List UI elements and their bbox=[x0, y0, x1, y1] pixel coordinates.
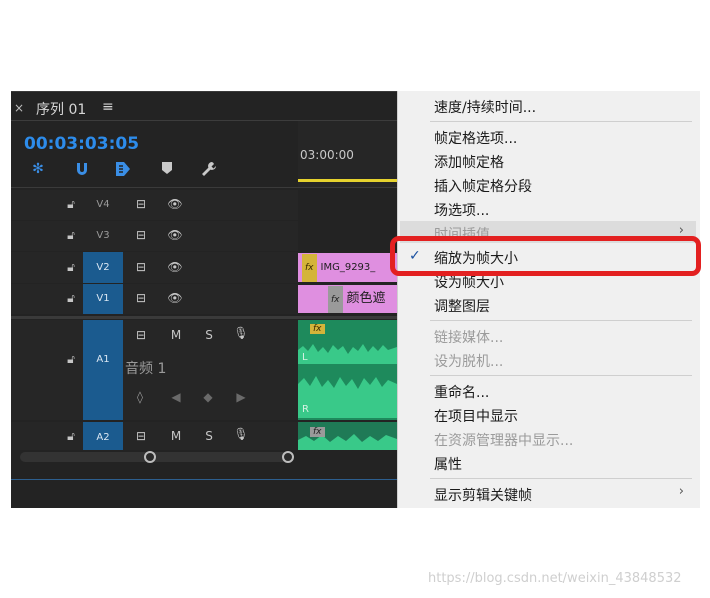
sync-lock-icon[interactable]: ⊟ bbox=[133, 328, 149, 342]
clip-name: 颜色遮 bbox=[346, 291, 386, 306]
audio-track-name[interactable]: 音频 1 bbox=[125, 358, 166, 378]
menu-item-field-options[interactable]: 场选项... bbox=[434, 200, 489, 220]
track-header-v2[interactable]: 🔓︎ V2 ⊟ 👁︎ bbox=[11, 252, 298, 283]
menu-item-frame-hold-options[interactable]: 帧定格选项... bbox=[434, 128, 517, 148]
sync-lock-icon[interactable]: ⊟ bbox=[133, 260, 149, 274]
track-label[interactable]: V3 bbox=[83, 221, 123, 251]
nest-icon[interactable]: ✻ bbox=[28, 161, 48, 177]
ruler-time-label: 03:00:00 bbox=[300, 148, 354, 162]
menu-item-rename[interactable]: 重命名... bbox=[434, 382, 489, 402]
menu-item-speed-duration[interactable]: 速度/持续时间... bbox=[434, 97, 536, 117]
track-header-v4[interactable]: 🔓︎ V4 ⊟ 👁︎ bbox=[11, 190, 298, 220]
menu-separator bbox=[430, 375, 692, 376]
track-header-v3[interactable]: 🔓︎ V3 ⊟ 👁︎ bbox=[11, 221, 298, 251]
playhead-timecode[interactable]: 00:03:03:05 bbox=[24, 134, 139, 154]
fx-badge[interactable]: fx bbox=[310, 427, 325, 437]
zoom-handle-right[interactable] bbox=[282, 451, 294, 463]
wrench-settings-icon[interactable] bbox=[199, 160, 219, 182]
sync-lock-icon[interactable]: ⊟ bbox=[133, 197, 149, 211]
menu-item-adjustment-layer[interactable]: 调整图层 bbox=[434, 296, 490, 316]
track-label[interactable]: V2 bbox=[83, 252, 123, 283]
add-marker-icon[interactable] bbox=[157, 161, 177, 179]
right-channel-label: R bbox=[302, 404, 309, 415]
menu-separator bbox=[430, 121, 692, 122]
track-header-a2[interactable]: 🔓︎ A2 ⊟ M S 🎙︎ bbox=[11, 422, 298, 450]
video-audio-divider[interactable] bbox=[11, 316, 397, 319]
solo-button[interactable]: S bbox=[202, 429, 216, 443]
eye-icon[interactable]: 👁︎ bbox=[166, 260, 184, 274]
keyframe-diamond-icon[interactable]: ◊ bbox=[131, 390, 149, 404]
linked-selection-icon[interactable] bbox=[113, 161, 133, 181]
highlight-annotation-box bbox=[390, 236, 701, 276]
lock-icon[interactable]: 🔓︎ bbox=[63, 429, 79, 444]
track-label[interactable]: A2 bbox=[83, 422, 123, 450]
add-keyframe-icon[interactable]: ◆ bbox=[201, 390, 215, 404]
eye-icon[interactable]: 👁︎ bbox=[166, 291, 184, 305]
menu-item-link-media[interactable]: 链接媒体... bbox=[434, 327, 503, 347]
left-channel-label: L bbox=[302, 352, 308, 363]
microphone-icon[interactable]: 🎙︎ bbox=[233, 427, 249, 441]
menu-item-add-frame-hold[interactable]: 添加帧定格 bbox=[434, 152, 504, 172]
menu-item-make-offline[interactable]: 设为脱机... bbox=[434, 351, 503, 371]
track-label[interactable]: V1 bbox=[83, 284, 123, 314]
prev-keyframe-icon[interactable]: ◀ bbox=[169, 390, 183, 404]
track-label[interactable]: V4 bbox=[83, 190, 123, 220]
eye-icon[interactable]: 👁︎ bbox=[166, 197, 184, 211]
menu-item-reveal-in-project[interactable]: 在项目中显示 bbox=[434, 406, 518, 426]
context-menu: 速度/持续时间... 帧定格选项... 添加帧定格 插入帧定格分段 场选项...… bbox=[397, 91, 700, 508]
work-area-bar[interactable] bbox=[298, 179, 397, 182]
clip-name: IMG_9293_ bbox=[320, 262, 376, 273]
solo-button[interactable]: S bbox=[202, 328, 216, 342]
submenu-arrow-icon: › bbox=[678, 484, 684, 499]
audio-waveform bbox=[298, 320, 397, 420]
next-keyframe-icon[interactable]: ▶ bbox=[234, 390, 248, 404]
menu-separator bbox=[430, 320, 692, 321]
sequence-tab-title[interactable]: 序列 01 bbox=[36, 99, 86, 119]
fx-badge[interactable]: fx bbox=[302, 254, 317, 282]
sync-lock-icon[interactable]: ⊟ bbox=[133, 228, 149, 242]
clip-a1[interactable]: fx L R bbox=[298, 320, 397, 420]
fx-badge[interactable]: fx bbox=[328, 286, 343, 313]
lock-icon[interactable]: 🔓︎ bbox=[63, 228, 79, 243]
clip-v1[interactable]: fx 颜色遮 bbox=[298, 285, 397, 313]
lock-icon[interactable]: 🔓︎ bbox=[63, 291, 79, 306]
snap-magnet-icon[interactable] bbox=[72, 161, 92, 181]
mute-button[interactable]: M bbox=[169, 429, 183, 443]
menu-separator bbox=[430, 478, 692, 479]
eye-icon[interactable]: 👁︎ bbox=[166, 228, 184, 242]
clip-v2[interactable]: fx IMG_9293_ bbox=[298, 253, 397, 282]
track-label[interactable]: A1 bbox=[83, 320, 123, 420]
ruler-divider bbox=[11, 187, 397, 188]
watermark-text: https://blog.csdn.net/weixin_43848532 bbox=[428, 571, 682, 586]
clip-a2[interactable]: fx bbox=[298, 422, 397, 450]
menu-item-reveal-in-explorer[interactable]: 在资源管理器中显示... bbox=[434, 430, 573, 450]
lock-icon[interactable]: 🔓︎ bbox=[63, 260, 79, 275]
panel-bottom-border bbox=[11, 479, 397, 480]
panel-menu-icon[interactable]: ≡ bbox=[102, 99, 114, 115]
menu-item-properties[interactable]: 属性 bbox=[434, 454, 462, 474]
zoom-handle-left[interactable] bbox=[144, 451, 156, 463]
menu-item-show-clip-keyframes[interactable]: 显示剪辑关键帧 bbox=[434, 485, 532, 505]
lock-icon[interactable]: 🔓︎ bbox=[63, 197, 79, 212]
microphone-icon[interactable]: 🎙︎ bbox=[233, 326, 249, 340]
close-icon[interactable]: × bbox=[14, 101, 24, 115]
fx-badge[interactable]: fx bbox=[310, 324, 325, 334]
track-header-v1[interactable]: 🔓︎ V1 ⊟ 👁︎ bbox=[11, 284, 298, 314]
lock-icon[interactable]: 🔓︎ bbox=[63, 352, 79, 367]
menu-item-insert-frame-hold-segment[interactable]: 插入帧定格分段 bbox=[434, 176, 532, 196]
sync-lock-icon[interactable]: ⊟ bbox=[133, 291, 149, 305]
track-header-a1[interactable]: 🔓︎ A1 ⊟ M S 🎙︎ 音频 1 ◊ ◀ ◆ ▶ bbox=[11, 320, 298, 420]
mute-button[interactable]: M bbox=[169, 328, 183, 342]
sync-lock-icon[interactable]: ⊟ bbox=[133, 429, 149, 443]
